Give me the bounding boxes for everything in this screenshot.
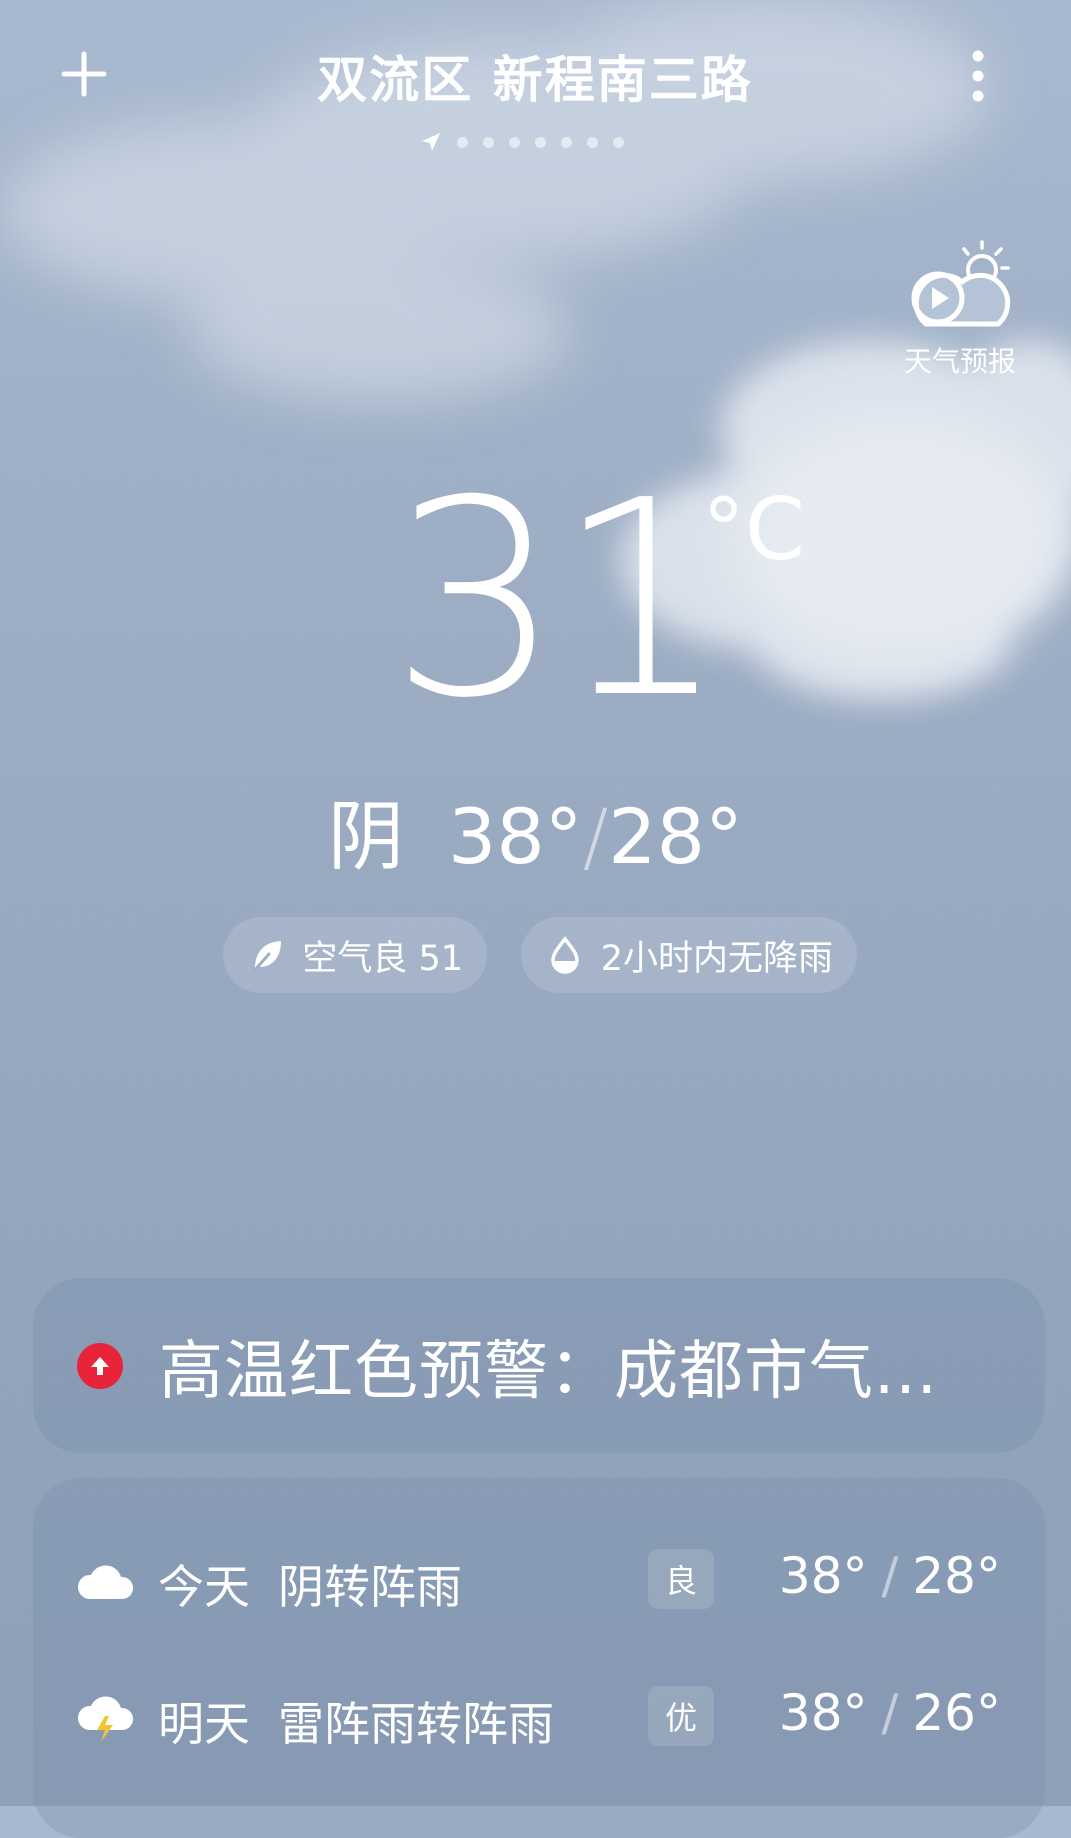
page-dot xyxy=(535,136,546,148)
forecast-video-label: 天气预报 xyxy=(903,345,1016,378)
current-temperature: 31 °C xyxy=(390,465,850,735)
rain-forecast-text: 2小时内无降雨 xyxy=(600,938,833,979)
day-low: 28° xyxy=(912,1547,1001,1605)
water-drop-icon xyxy=(545,935,585,975)
warning-arrow-up-icon xyxy=(77,1342,123,1389)
cloud-icon xyxy=(77,1565,134,1599)
day-low: 26° xyxy=(912,1684,1001,1742)
page-dot xyxy=(483,136,494,148)
day-label: 明天 雷阵雨转阵雨 xyxy=(158,1688,554,1754)
page-dot xyxy=(509,136,520,148)
temp-separator: / xyxy=(881,1547,899,1605)
day-name: 今天 xyxy=(158,1560,250,1614)
temp-separator: / xyxy=(881,1684,899,1742)
thunderstorm-icon xyxy=(77,1696,134,1742)
weather-forecast-video-button[interactable]: 天气预报 xyxy=(895,240,1025,380)
plus-icon xyxy=(61,51,107,97)
day-condition: 阴转阵雨 xyxy=(278,1560,462,1614)
temperature-value: 31 xyxy=(390,442,728,757)
play-cloud-sun-icon xyxy=(911,240,1011,327)
today-low: 28° xyxy=(608,792,744,881)
day-name: 明天 xyxy=(158,1697,250,1751)
more-vertical-icon xyxy=(972,50,984,102)
air-quality-chip[interactable]: 空气良 51 xyxy=(223,917,487,993)
location-arrow-icon xyxy=(422,133,440,151)
daily-forecast-card: 今天 阴转阵雨 良 38°/28° 明天 雷阵雨转阵雨 优 38°/26° xyxy=(33,1478,1045,1838)
page-dot xyxy=(613,136,624,148)
page-indicator xyxy=(420,130,624,154)
today-high: 38° xyxy=(447,792,583,881)
page-dot xyxy=(561,136,572,148)
current-condition: 阴 xyxy=(327,792,404,881)
day-high: 38° xyxy=(778,1547,868,1605)
day-temperatures: 38°/28° xyxy=(779,1547,1001,1605)
weather-warning-card[interactable]: 高温红色预警：成都市气... xyxy=(33,1278,1045,1453)
day-label: 今天 阴转阵雨 xyxy=(158,1551,462,1617)
rain-forecast-chip[interactable]: 2小时内无降雨 xyxy=(521,917,857,993)
forecast-row-tomorrow[interactable]: 明天 雷阵雨转阵雨 优 38°/26° xyxy=(33,1670,1045,1770)
day-temperatures: 38°/26° xyxy=(779,1684,1001,1742)
temperature-unit: °C xyxy=(702,480,806,580)
temp-separator: / xyxy=(582,792,609,881)
forecast-row-today[interactable]: 今天 阴转阵雨 良 38°/28° xyxy=(33,1533,1045,1633)
add-city-button[interactable] xyxy=(52,42,116,106)
more-menu-button[interactable] xyxy=(950,44,1006,108)
page-dot xyxy=(457,136,468,148)
day-high: 38° xyxy=(778,1684,868,1742)
condition-summary: 阴 38°/28° xyxy=(0,775,1071,885)
air-quality-text: 空气良 51 xyxy=(302,938,463,979)
aqi-badge: 良 xyxy=(648,1549,714,1609)
location-title[interactable]: 双流区 新程南三路 xyxy=(235,40,835,112)
page-dot xyxy=(587,136,598,148)
day-condition: 雷阵雨转阵雨 xyxy=(278,1697,554,1751)
aqi-badge: 优 xyxy=(648,1686,714,1746)
top-bar: 双流区 新程南三路 xyxy=(0,0,1071,160)
warning-text: 高温红色预警：成都市气... xyxy=(159,1334,939,1409)
leaf-icon xyxy=(247,935,286,975)
